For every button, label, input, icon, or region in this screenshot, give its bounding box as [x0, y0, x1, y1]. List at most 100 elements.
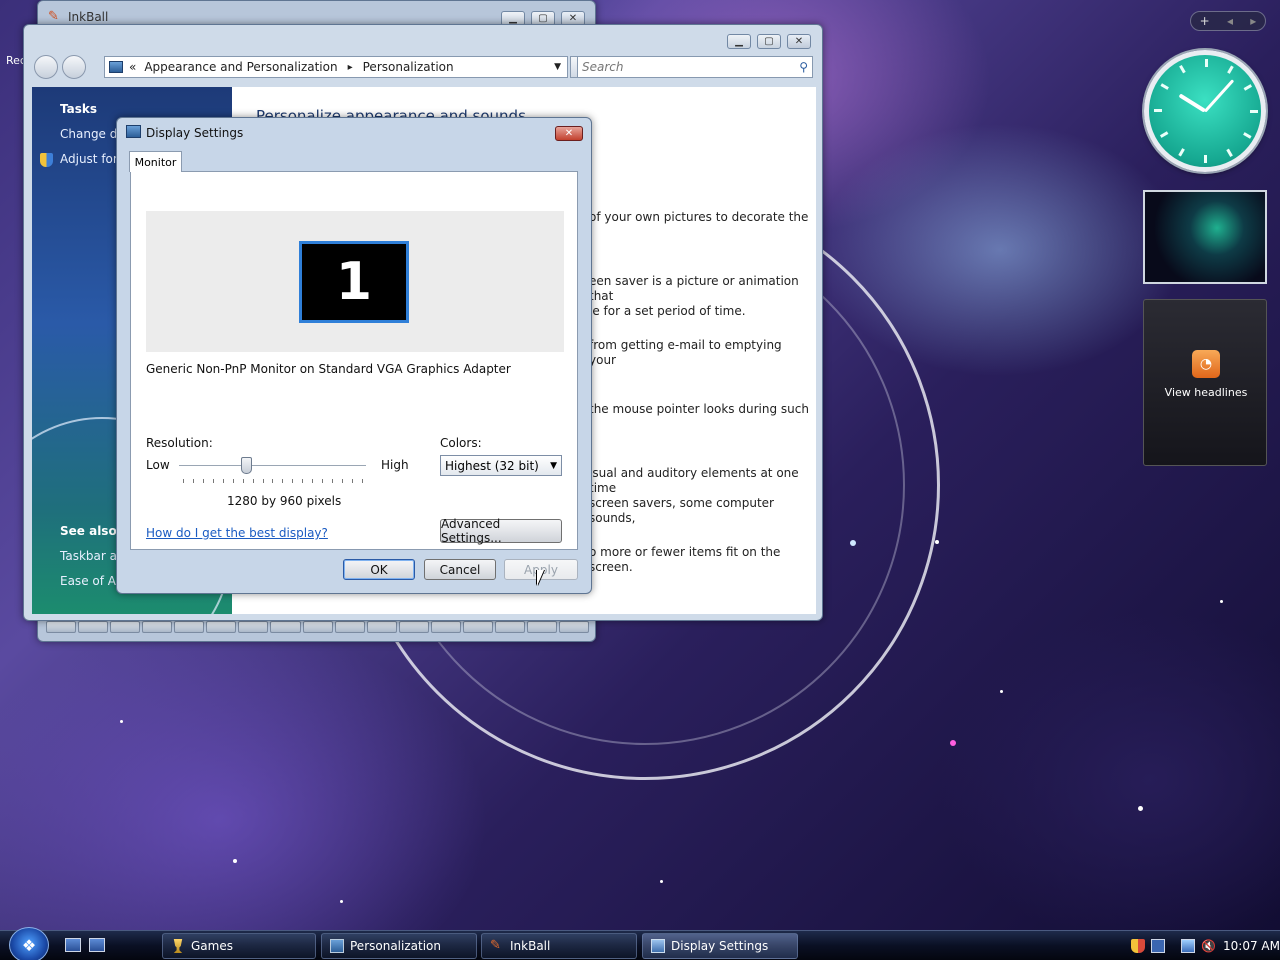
theme-desc: isual and auditory elements at one time …	[589, 466, 809, 526]
search-icon[interactable]: ⚲	[799, 60, 808, 74]
ok-button[interactable]: OK	[343, 559, 415, 580]
star	[950, 740, 956, 746]
clock-mark	[1227, 65, 1234, 74]
next-icon[interactable]: ▸	[1250, 14, 1256, 28]
forward-button[interactable]	[62, 55, 86, 79]
tab-monitor[interactable]: Monitor	[129, 151, 182, 172]
star	[660, 880, 663, 883]
address-chevrons[interactable]: «	[129, 60, 136, 74]
clock-mark	[1179, 64, 1186, 74]
chevron-down-icon[interactable]: ▼	[550, 461, 557, 471]
desc-line: from getting e-mail to emptying your	[589, 338, 782, 367]
windows-sidebar-icon[interactable]	[1151, 939, 1165, 953]
display-settings-dialog[interactable]: Display Settings ✕ Monitor 1 Generic Non…	[116, 117, 592, 594]
taskbar-item-games[interactable]: Games	[162, 933, 316, 959]
inkball-app-icon: ✎	[48, 9, 59, 24]
clock-mark	[1205, 59, 1208, 67]
desc-line: een saver is a picture or animation that	[589, 274, 799, 303]
sidebar-link-ease-of-access[interactable]: Ease of Ac	[60, 574, 122, 588]
control-panel-icon	[109, 61, 123, 73]
slideshow-gadget[interactable]	[1143, 190, 1267, 284]
start-button[interactable]: ❖	[9, 927, 49, 960]
clock-mark	[1204, 155, 1207, 163]
star	[233, 859, 237, 863]
gadget-controls[interactable]: + ◂ ▸	[1190, 11, 1266, 31]
colors-select[interactable]: Highest (32 bit) ▼	[440, 455, 562, 476]
resolution-slider-track[interactable]	[179, 465, 366, 467]
view-headlines-link[interactable]: View headlines	[1144, 386, 1268, 399]
desc-line: screen savers, some computer sounds,	[589, 496, 774, 525]
back-button[interactable]	[34, 55, 58, 79]
sidebar-link-taskbar[interactable]: Taskbar an	[60, 549, 125, 563]
resolution-high-label: High	[381, 458, 409, 472]
clock-mark	[1159, 131, 1169, 138]
security-shield-icon[interactable]	[1131, 939, 1145, 953]
inkball-title: InkBall	[68, 10, 109, 24]
mouse-cursor-icon	[537, 570, 544, 586]
desc-line: of your own pictures to decorate the	[589, 210, 809, 224]
display-settings-icon	[126, 125, 141, 138]
resolution-low-label: Low	[146, 458, 170, 472]
clock-mark	[1250, 110, 1258, 113]
volume-icon[interactable]: 🔇	[1201, 939, 1216, 953]
resolution-label: Resolution:	[146, 436, 213, 450]
cancel-button[interactable]: Cancel	[424, 559, 496, 580]
clock-mark	[1226, 148, 1233, 158]
monitor-preview-area: 1	[146, 211, 564, 352]
rss-icon: ◔	[1192, 350, 1220, 378]
taskbar-item-display-settings[interactable]: Display Settings	[642, 933, 798, 959]
inkball-bottom-bar	[46, 621, 590, 633]
taskbar: ❖ Games Personalization ✎ InkBall Displa…	[0, 927, 1280, 960]
taskbar-label: Games	[191, 939, 233, 953]
clock-gadget[interactable]	[1144, 50, 1266, 172]
colors-select-value: Highest (32 bit)	[445, 458, 539, 473]
minimize-button[interactable]: ▁	[727, 34, 751, 49]
sounds-desc: from getting e-mail to emptying your	[589, 338, 809, 368]
taskbar-label: InkBall	[510, 939, 551, 953]
clock-mark	[1243, 132, 1252, 139]
minute-hand	[1203, 79, 1235, 113]
desc-line: le for a set period of time.	[589, 304, 746, 318]
colors-label: Colors:	[440, 436, 482, 450]
resolution-slider-ticks	[183, 479, 363, 483]
resolution-slider-thumb[interactable]	[241, 457, 252, 474]
network-icon[interactable]	[1181, 939, 1195, 953]
desc-line: o more or fewer items fit on the screen.	[589, 545, 781, 574]
display-settings-icon	[651, 939, 665, 953]
help-link[interactable]: How do I get the best display?	[146, 526, 328, 540]
star	[1138, 806, 1143, 811]
breadcrumb-separator[interactable]: ▸	[348, 62, 353, 73]
close-button[interactable]: ✕	[555, 126, 583, 141]
breadcrumb-personalization[interactable]: Personalization	[363, 60, 454, 74]
maximize-button[interactable]: ▢	[757, 34, 781, 49]
feed-gadget[interactable]: ◔ View headlines	[1143, 299, 1267, 466]
clock-mark	[1154, 109, 1162, 112]
taskbar-item-personalization[interactable]: Personalization	[321, 933, 477, 959]
switch-windows-icon[interactable]	[89, 938, 105, 952]
taskbar-clock[interactable]: 10:07 AM	[1223, 939, 1280, 953]
resolution-value: 1280 by 960 pixels	[227, 494, 342, 508]
search-placeholder: Search	[582, 60, 624, 74]
taskbar-item-inkball[interactable]: ✎ InkBall	[481, 933, 637, 959]
previous-icon[interactable]: ◂	[1227, 14, 1233, 28]
see-also-heading: See also	[60, 524, 117, 538]
breadcrumb-appearance[interactable]: Appearance and Personalization	[144, 60, 337, 74]
clock-mark	[1160, 83, 1169, 90]
star	[1220, 600, 1223, 603]
desc-line: the mouse pointer looks during such	[589, 402, 809, 416]
dialog-title: Display Settings	[146, 126, 244, 140]
add-gadget-icon[interactable]: +	[1200, 14, 1210, 28]
address-dropdown-icon[interactable]: ▼	[554, 62, 561, 72]
desc-line: isual and auditory elements at one time	[589, 466, 799, 495]
control-panel-icon	[330, 939, 344, 953]
search-input[interactable]: Search ⚲	[577, 56, 813, 78]
show-desktop-icon[interactable]	[65, 938, 81, 952]
system-tray: 🔇 10:07 AM	[1125, 931, 1280, 960]
taskbar-label: Display Settings	[671, 939, 769, 953]
monitor-1-icon[interactable]: 1	[299, 241, 409, 323]
close-button[interactable]: ✕	[787, 34, 811, 49]
address-bar[interactable]: « Appearance and Personalization ▸ Perso…	[104, 56, 568, 78]
star	[935, 540, 939, 544]
advanced-settings-button[interactable]: Advanced Settings...	[440, 517, 562, 545]
screen-saver-desc: een saver is a picture or animation that…	[589, 274, 809, 319]
